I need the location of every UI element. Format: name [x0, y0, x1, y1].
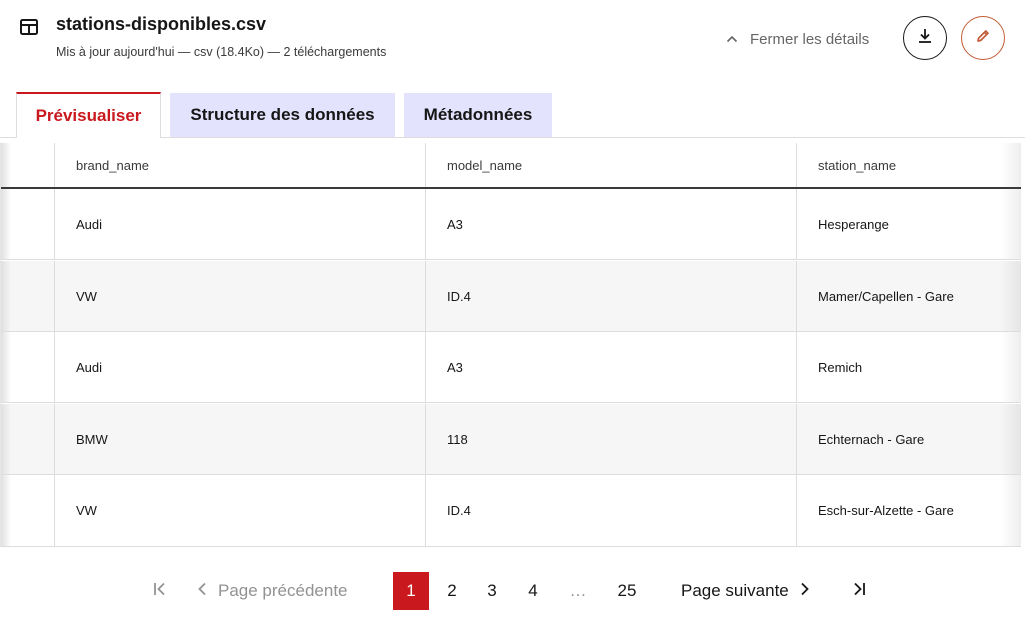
- table-row: Audi A3 Hesperange: [1, 189, 1021, 260]
- pagination-ellipsis: …: [569, 581, 587, 600]
- row-index-cell: [1, 475, 55, 546]
- next-page-label: Page suivante: [681, 581, 789, 600]
- column-header[interactable]: station_name: [797, 143, 1021, 187]
- table-cell: Echternach - Gare: [797, 404, 1021, 474]
- pagination: Page précédente 1 2 3 4 … 25 Page suivan…: [0, 572, 1025, 610]
- download-icon: [916, 27, 934, 50]
- file-meta: Mis à jour aujourd'hui — csv (18.4Ko) — …: [56, 45, 387, 59]
- table-row: VW ID.4 Esch-sur-Alzette - Gare: [1, 475, 1021, 546]
- table-cell: Audi: [55, 332, 426, 402]
- tab-preview[interactable]: Prévisualiser: [16, 92, 161, 138]
- chevron-up-icon: [722, 29, 742, 49]
- table-icon: [20, 19, 38, 35]
- table-cell: Remich: [797, 332, 1021, 402]
- close-details-button[interactable]: Fermer les détails: [722, 29, 869, 49]
- data-table[interactable]: brand_name model_name station_name Audi …: [0, 143, 1021, 547]
- table-cell: Hesperange: [797, 189, 1021, 259]
- first-page-button[interactable]: [148, 572, 172, 610]
- table-row: VW ID.4 Mamer/Capellen - Gare: [1, 261, 1021, 332]
- table-cell: VW: [55, 261, 426, 331]
- edit-button[interactable]: [961, 16, 1005, 60]
- table-row: BMW 118 Echternach - Gare: [1, 404, 1021, 475]
- row-index-cell: [1, 332, 55, 402]
- page-4-button[interactable]: 4: [515, 572, 551, 610]
- download-button[interactable]: [903, 16, 947, 60]
- table-cell: Esch-sur-Alzette - Gare: [797, 475, 1021, 546]
- column-header[interactable]: brand_name: [55, 143, 426, 187]
- chevron-left-icon: [196, 581, 208, 602]
- table-cell: VW: [55, 475, 426, 546]
- close-details-label: Fermer les détails: [750, 30, 870, 48]
- row-index-cell: [1, 261, 55, 331]
- page-25-button[interactable]: 25: [609, 572, 645, 610]
- table-cell: A3: [426, 189, 797, 259]
- table-cell: BMW: [55, 404, 426, 474]
- last-page-button[interactable]: [846, 572, 872, 610]
- table-cell: Mamer/Capellen - Gare: [797, 261, 1021, 331]
- chevron-right-icon: [799, 581, 811, 602]
- table-cell: Audi: [55, 189, 426, 259]
- table-header-row: brand_name model_name station_name: [1, 143, 1021, 189]
- file-title: stations-disponibles.csv: [56, 14, 267, 34]
- table-cell: 118: [426, 404, 797, 474]
- previous-page-button[interactable]: Page précédente: [196, 572, 348, 610]
- row-index-cell: [1, 189, 55, 259]
- page-1-button[interactable]: 1: [393, 572, 429, 610]
- previous-page-label: Page précédente: [218, 581, 348, 600]
- table-cell: A3: [426, 332, 797, 402]
- page-2-button[interactable]: 2: [434, 572, 470, 610]
- table-row: Audi A3 Remich: [1, 332, 1021, 403]
- pencil-icon: [975, 28, 991, 49]
- last-page-icon: [851, 581, 867, 602]
- table-cell: ID.4: [426, 261, 797, 331]
- page-3-button[interactable]: 3: [474, 572, 510, 610]
- next-page-button[interactable]: Page suivante: [681, 572, 811, 610]
- first-page-icon: [152, 581, 168, 602]
- column-header[interactable]: model_name: [426, 143, 797, 187]
- tab-bar: Prévisualiser Structure des données Méta…: [0, 92, 1025, 138]
- row-index-cell: [1, 404, 55, 474]
- table-cell: ID.4: [426, 475, 797, 546]
- row-index-header: [1, 143, 55, 187]
- tab-metadata[interactable]: Métadonnées: [404, 93, 552, 137]
- tab-data-structure[interactable]: Structure des données: [170, 93, 395, 137]
